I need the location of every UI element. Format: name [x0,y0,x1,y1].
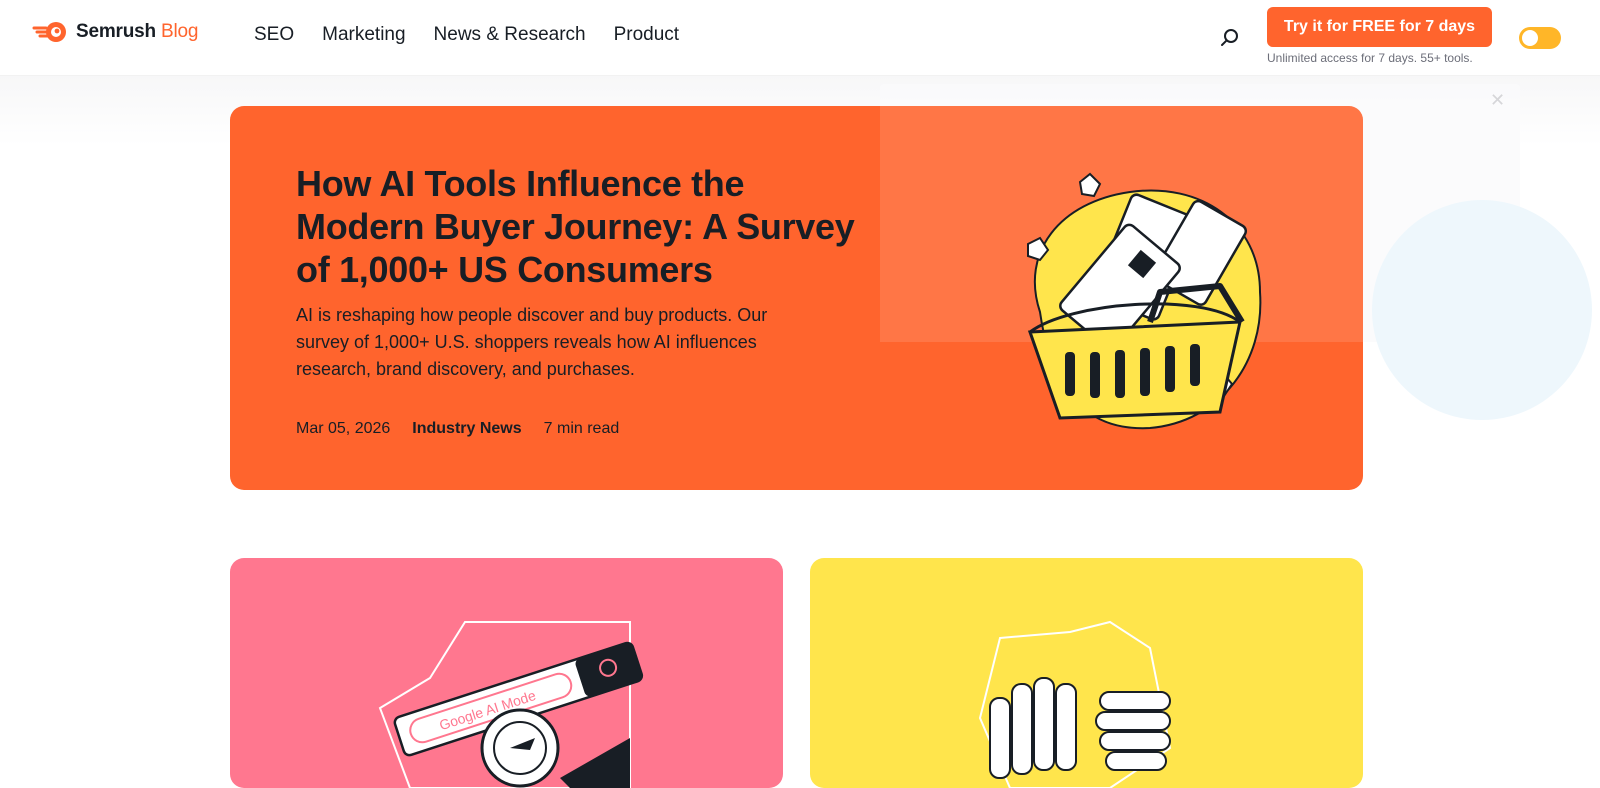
logo-text: Semrush Blog [76,21,198,43]
shopping-basket-illustration [1027,172,1262,430]
toggle-knob [1522,30,1538,46]
semrush-flame-icon [32,22,66,42]
logo-name: Semrush [76,21,156,42]
nav-item-seo[interactable]: SEO [254,24,294,46]
nav-item-marketing[interactable]: Marketing [322,24,405,46]
featured-article-description: AI is reshaping how people discover and … [296,305,768,379]
article-card-robot-hands[interactable] [810,558,1363,788]
article-date: Mar 05, 2026 [296,420,391,437]
search-icon [1221,29,1238,46]
robot-hands-illustration [978,620,1172,788]
site-header: Semrush Blog SEO Marketing News & Resear… [0,0,1600,76]
google-ai-mode-illustration: Google AI Mode [378,621,644,788]
main-nav: SEO Marketing News & Research Product [254,24,679,46]
decorative-circle [1372,200,1592,420]
logo-accent: Blog [161,21,199,42]
nav-item-news-research[interactable]: News & Research [434,24,586,46]
search-button[interactable] [1218,26,1242,50]
semrush-blog-logo[interactable]: Semrush Blog [32,20,198,44]
nav-item-product[interactable]: Product [614,24,679,46]
article-meta: Mar 05, 2026 Industry News 7 min read [296,420,619,438]
theme-toggle[interactable] [1519,27,1561,49]
featured-article-card[interactable]: How AI Tools Influence the Modern Buyer … [230,106,1363,490]
article-read-time: 7 min read [543,420,620,437]
article-card-google-ai-mode[interactable]: Google AI Mode [230,558,783,788]
article-category-link[interactable]: Industry News [412,420,521,438]
free-trial-subtext: Unlimited access for 7 days. 55+ tools. [1267,51,1473,65]
free-trial-button[interactable]: Try it for FREE for 7 days [1267,7,1492,47]
featured-article-title[interactable]: How AI Tools Influence the Modern Buyer … [296,162,876,291]
close-icon[interactable]: ✕ [1490,90,1505,111]
